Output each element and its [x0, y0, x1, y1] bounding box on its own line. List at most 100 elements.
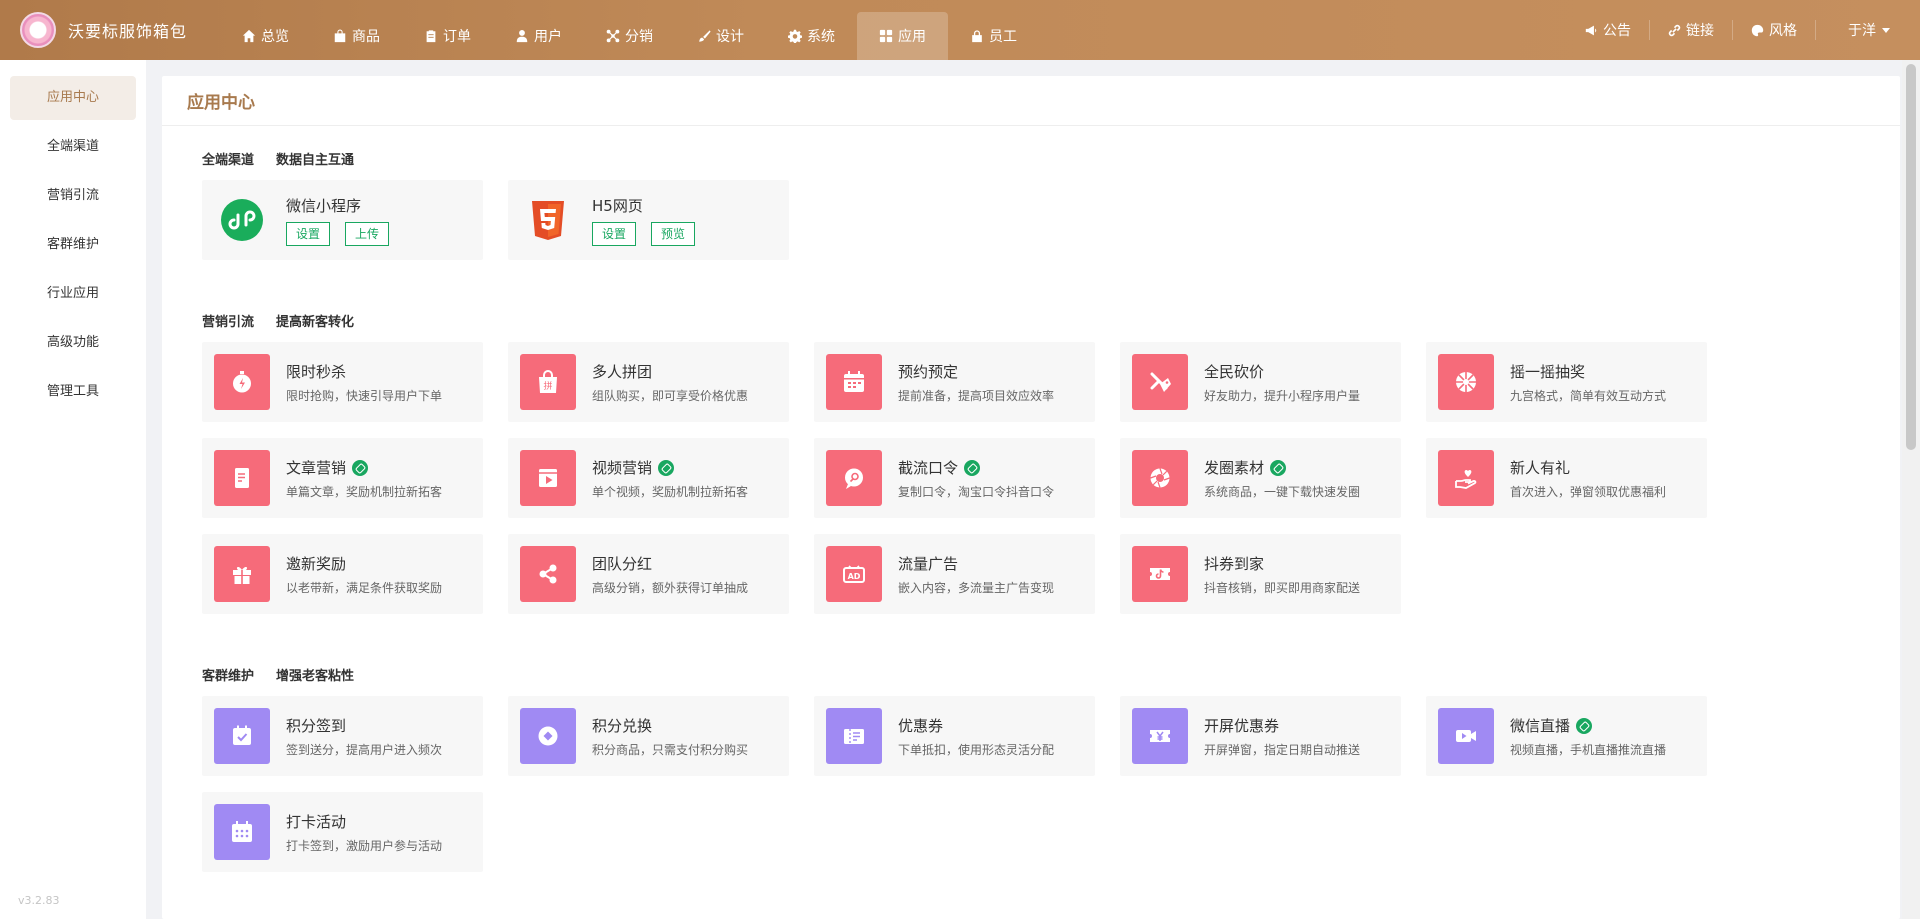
card-team-bonus[interactable]: 团队分红 高级分销，额外获得订单抽成 [508, 534, 789, 614]
settings-button[interactable]: 设置 [592, 222, 637, 246]
nav-orders[interactable]: 订单 [402, 12, 493, 60]
nav-label: 商品 [352, 29, 380, 45]
miniprogram-badge-icon [1270, 459, 1287, 476]
card-name: 全民砍价 [1204, 363, 1265, 381]
section-title: 客群维护 [202, 668, 255, 684]
html5-icon [520, 192, 576, 248]
card-reservation[interactable]: 预约预定 提前准备，提高项目效应效率 [814, 342, 1095, 422]
page-scrollbar[interactable] [1902, 60, 1920, 919]
palette-icon [1751, 24, 1764, 36]
nav-distribution[interactable]: 分销 [584, 12, 675, 60]
ad-icon: AD [826, 546, 882, 602]
sidebar-item-channels[interactable]: 全端渠道 [10, 125, 136, 169]
bag-icon [334, 29, 346, 43]
miniprogram-badge-icon [658, 459, 675, 476]
card-article[interactable]: 文章营销 单篇文章，奖励机制拉新拓客 [202, 438, 483, 518]
marketing-grid: 限时秒杀 限时抢购，快速引导用户下单 拼 多人拼团 组队购买，即可享受价格优惠 预约… [202, 342, 1762, 630]
user-name: 于洋 [1848, 23, 1876, 39]
settings-button[interactable]: 设置 [286, 222, 331, 246]
nav-label: 系统 [807, 29, 835, 45]
card-flash-sale[interactable]: 限时秒杀 限时抢购，快速引导用户下单 [202, 342, 483, 422]
main-panel: 应用中心 全端渠道 数据自主互通 微信小程序 设置 上传 H5网页 设置 预览 … [162, 76, 1900, 919]
card-desc: 组队购买，即可享受价格优惠 [592, 388, 749, 403]
card-desc: 视频直播，手机直播推流直播 [1510, 742, 1667, 757]
card-live[interactable]: 微信直播视频直播，手机直播推流直播 [1426, 696, 1707, 776]
card-punch[interactable]: 打卡活动 打卡签到，激励用户参与活动 [202, 792, 483, 872]
article-icon [214, 450, 270, 506]
section-title: 全端渠道 [202, 152, 255, 168]
nav-overview[interactable]: 总览 [220, 12, 311, 60]
link-label: 链接 [1686, 23, 1714, 39]
nav-label: 分销 [625, 29, 653, 45]
card-checkin[interactable]: 积分签到签到送分，提高用户进入频次 [202, 696, 483, 776]
nav-users[interactable]: 用户 [493, 12, 584, 60]
card-desc: 单个视频，奖励机制拉新拓客 [592, 484, 749, 499]
card-name: 积分签到 [286, 717, 347, 735]
megaphone-icon [1585, 25, 1597, 35]
sidebar-item-app-center[interactable]: 应用中心 [10, 76, 136, 120]
brand-logo [20, 12, 56, 48]
style-button[interactable]: 风格 [1732, 20, 1815, 40]
card-name: 抖券到家 [1204, 555, 1265, 573]
nav-label: 设计 [716, 29, 744, 45]
card-desc: 开屏弹窗，指定日期自动推送 [1204, 742, 1361, 757]
coupon-icon [826, 708, 882, 764]
card-newcomer[interactable]: 新人有礼首次进入，弹窗领取优惠福利 [1426, 438, 1707, 518]
checkin-icon [214, 708, 270, 764]
card-splash-coupon[interactable]: 开屏优惠券 开屏弹窗，指定日期自动推送 [1120, 696, 1401, 776]
brand[interactable]: 沃要标服饰箱包 [0, 12, 220, 48]
card-name: 流量广告 [898, 555, 959, 573]
section-subtitle: 提高新客转化 [276, 314, 355, 330]
user-menu[interactable]: 于洋 [1815, 20, 1920, 40]
nav-staff[interactable]: 员工 [948, 12, 1039, 60]
bargain-icon [1132, 354, 1188, 410]
scrollbar-thumb[interactable] [1906, 64, 1916, 450]
gift-icon [214, 546, 270, 602]
search-bubble-icon [826, 450, 882, 506]
card-bargain[interactable]: 全民砍价 好友助力，提升小程序用户量 [1120, 342, 1401, 422]
card-name: 团队分红 [592, 555, 653, 573]
sidebar-item-tools[interactable]: 管理工具 [10, 370, 136, 414]
page-title: 应用中心 [187, 93, 255, 113]
sidebar: 应用中心 全端渠道 营销引流 客群维护 行业应用 高级功能 管理工具 v3.2.… [0, 60, 146, 919]
sidebar-item-advanced[interactable]: 高级功能 [10, 321, 136, 365]
card-name-text: 微信直播 [1510, 717, 1571, 735]
notice-label: 公告 [1603, 23, 1631, 39]
preview-button[interactable]: 预览 [651, 222, 696, 246]
sidebar-item-marketing[interactable]: 营销引流 [10, 174, 136, 218]
card-coupon[interactable]: 优惠券 下单抵扣，使用形态灵活分配 [814, 696, 1095, 776]
nav-design[interactable]: 设计 [675, 12, 766, 60]
notice-button[interactable]: 公告 [1567, 20, 1649, 40]
card-name-text: 视频营销 [592, 459, 653, 477]
douyin-ticket-icon [1132, 546, 1188, 602]
card-name-text: 发圈素材 [1204, 459, 1265, 477]
style-label: 风格 [1769, 23, 1797, 39]
card-name: 新人有礼 [1510, 459, 1571, 477]
link-button[interactable]: 链接 [1649, 20, 1732, 40]
card-invite[interactable]: 邀新奖励 以老带新，满足条件获取奖励 [202, 534, 483, 614]
card-moments[interactable]: 发圈素材 系统商品，一键下载快速发圈 [1120, 438, 1401, 518]
svg-text:AD: AD [848, 572, 861, 581]
nav-products[interactable]: 商品 [311, 12, 402, 60]
card-video[interactable]: 视频营销单个视频，奖励机制拉新拓客 [508, 438, 789, 518]
share-icon [520, 546, 576, 602]
card-desc: 签到送分，提高用户进入频次 [286, 742, 443, 757]
card-desc: 积分商品，只需支付积分购买 [592, 742, 749, 757]
nav-apps[interactable]: 应用 [857, 12, 948, 60]
sidebar-item-industry[interactable]: 行业应用 [10, 272, 136, 316]
card-lottery[interactable]: 摇一摇抽奖 九宫格式，简单有效互动方式 [1426, 342, 1707, 422]
section-retention-title: 客群维护 增强老客粘性 [202, 664, 1860, 684]
card-douyin-ticket[interactable]: 抖券到家 抖音核销，即买即用商家配送 [1120, 534, 1401, 614]
card-password[interactable]: 截流口令 复制口令，淘宝口令抖音口令 [814, 438, 1095, 518]
sidebar-item-retention[interactable]: 客群维护 [10, 223, 136, 267]
card-group-buy[interactable]: 拼 多人拼团 组队购买，即可享受价格优惠 [508, 342, 789, 422]
card-name: 截流口令 [898, 457, 1054, 479]
upload-button[interactable]: 上传 [345, 222, 390, 246]
card-desc: 提前准备，提高项目效应效率 [898, 388, 1055, 403]
card-ad[interactable]: AD 流量广告 嵌入内容，多流量主广告变现 [814, 534, 1095, 614]
card-name: 发圈素材 [1204, 457, 1360, 479]
card-desc: 首次进入，弹窗领取优惠福利 [1510, 484, 1667, 499]
card-points-exchange[interactable]: 积分兑换 积分商品，只需支付积分购买 [508, 696, 789, 776]
nav-system[interactable]: 系统 [766, 12, 857, 60]
card-desc: 下单抵扣，使用形态灵活分配 [898, 742, 1055, 757]
